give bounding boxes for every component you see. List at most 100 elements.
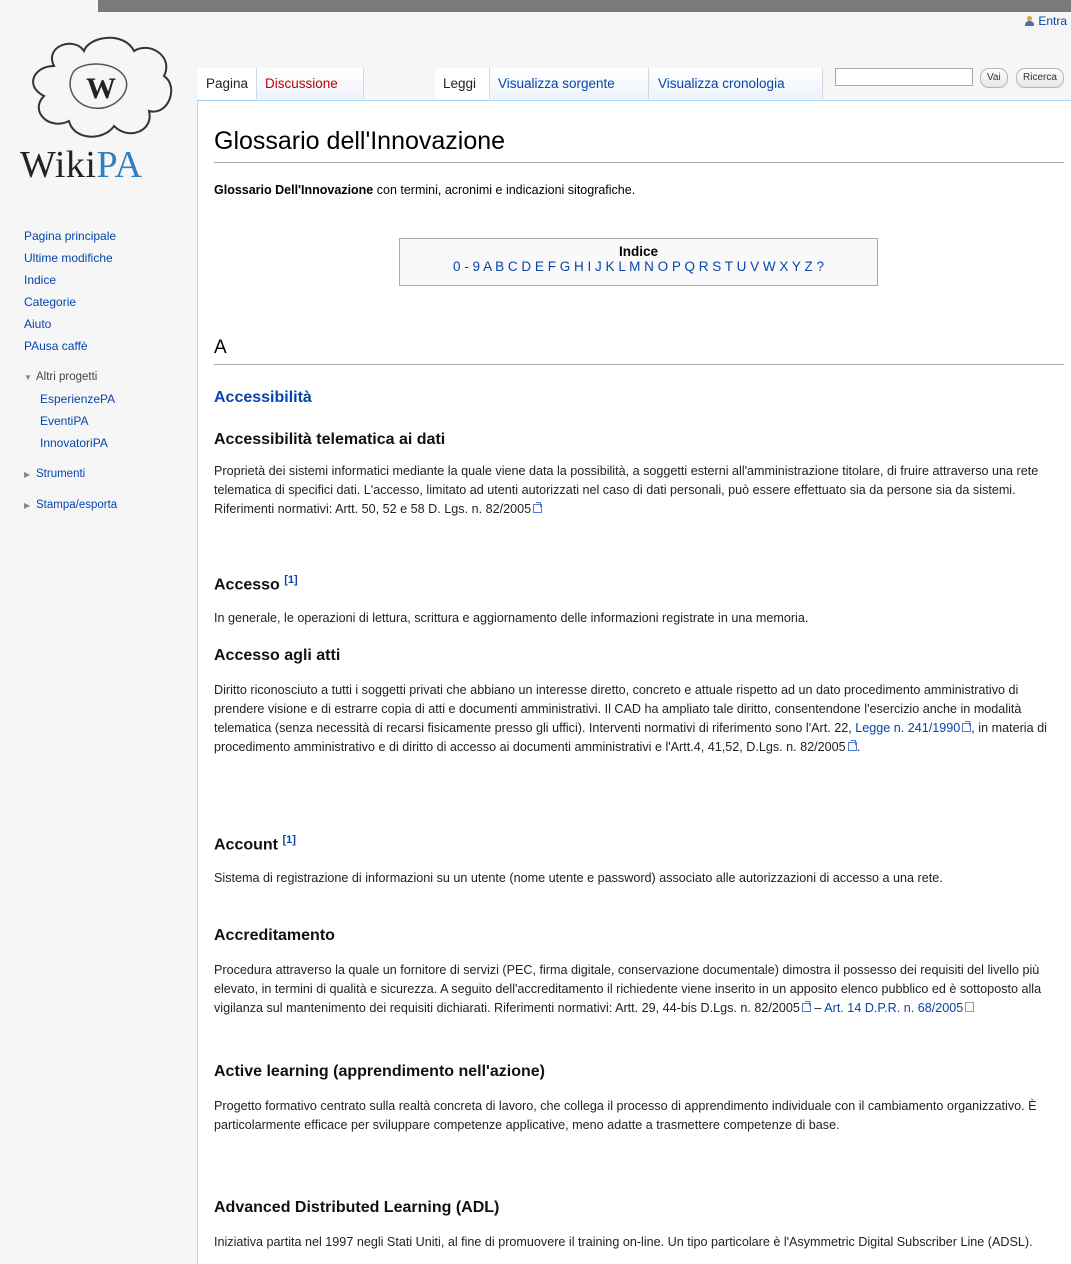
portal-altri-progetti-label: Altri progetti	[36, 371, 98, 383]
toc-links: 0 - 9 A B C D E F G H I J K L M N O P Q …	[400, 259, 877, 274]
portal-altri-progetti[interactable]: ▼ Altri progetti	[24, 367, 117, 388]
toc-link[interactable]: J	[595, 259, 602, 274]
entry-text-accesso-agli-atti: Diritto riconosciuto a tutti i soggetti …	[214, 683, 1047, 754]
portal-stampa[interactable]: ▶ Stampa/esporta	[24, 495, 117, 516]
dpr-68-link[interactable]: Art. 14 D.P.R. n. 68/2005	[824, 1001, 963, 1015]
intro-text: Glossario Dell'Innovazione con termini, …	[214, 183, 635, 197]
collapsed-triangle-icon: ▶	[24, 470, 31, 479]
entry-text-active-learning: Progetto formativo centrato sulla realtà…	[214, 1099, 1037, 1132]
toc-link[interactable]: C	[508, 259, 518, 274]
entry-title-accreditamento: Accreditamento	[214, 927, 335, 944]
section-heading-a: A	[214, 337, 1064, 365]
external-link-icon[interactable]	[847, 740, 857, 751]
toc-link[interactable]: B	[495, 259, 504, 274]
toc-link[interactable]: N	[644, 259, 654, 274]
entry-title-accessibilita[interactable]: Accessibilità	[214, 389, 312, 407]
toc-link[interactable]: T	[725, 259, 733, 274]
tab-discussione[interactable]: Discussione	[257, 68, 364, 99]
toc-link[interactable]: Z	[804, 259, 812, 274]
tab-pagina[interactable]: Pagina	[198, 68, 257, 99]
entry-title-accesso: Accesso [1]	[214, 574, 298, 594]
tab-visualizza-cronologia[interactable]: Visualizza cronologia	[650, 68, 823, 99]
toc-link[interactable]: ?	[816, 259, 824, 274]
external-link-icon[interactable]	[801, 1001, 811, 1012]
toc-link[interactable]: A	[483, 259, 491, 274]
toc-box: Indice 0 - 9 A B C D E F G H I J K L M N…	[399, 238, 878, 286]
toc-link[interactable]: L	[618, 259, 625, 274]
search-input[interactable]	[835, 68, 973, 86]
main-content: Glossario dell'Innovazione Glossario Del…	[197, 100, 1071, 1264]
sidebar: Pagina principale Ultime modifiche Indic…	[24, 225, 117, 516]
wikipa-logo-text: WikiPA	[20, 143, 143, 187]
logo-pa: PA	[96, 144, 143, 186]
document-icon[interactable]	[965, 1002, 975, 1012]
user-icon	[1025, 16, 1035, 26]
tab-cronologia-label: Visualizza cronologia	[658, 76, 785, 91]
entry-text-account: Sistema di registrazione di informazioni…	[214, 871, 943, 885]
svg-text:W: W	[86, 72, 116, 105]
toc-link[interactable]: Y	[792, 259, 801, 274]
logo-wiki: Wiki	[20, 144, 97, 186]
entry-text-accreditamento: Procedura attraverso la quale un fornito…	[214, 961, 1064, 1018]
entry-text-adl: Iniziativa partita nel 1997 negli Stati …	[214, 1235, 1033, 1249]
sidebar-item-ultime-modifiche[interactable]: Ultime modifiche	[24, 247, 117, 269]
toc-link[interactable]: S	[712, 259, 721, 274]
toc-link[interactable]: I	[588, 259, 592, 274]
footnote-ref[interactable]: [1]	[284, 574, 297, 586]
altri-progetti-list: EsperienzePA EventiPA InnovatoriPA	[24, 388, 117, 454]
tab-sorgente-label: Visualizza sorgente	[498, 76, 615, 91]
toc-link[interactable]: 0 - 9	[453, 259, 480, 274]
tab-discussione-label: Discussione	[265, 76, 338, 91]
toc-link[interactable]: H	[574, 259, 584, 274]
sidebar-item-pausa-caffe[interactable]: PAusa caffè	[24, 335, 117, 357]
sidebar-item-aiuto[interactable]: Aiuto	[24, 313, 117, 335]
entry-text-e6-sep: –	[810, 1001, 825, 1015]
toc-link[interactable]: R	[699, 259, 709, 274]
toc-link[interactable]: E	[535, 259, 544, 274]
personal-tools: Entra	[1025, 14, 1067, 28]
toc-link[interactable]: U	[737, 259, 747, 274]
tab-leggi[interactable]: Leggi	[435, 68, 490, 99]
vai-button[interactable]: Vai	[980, 68, 1008, 88]
ricerca-button[interactable]: Ricerca	[1016, 68, 1064, 88]
toc-link[interactable]: O	[658, 259, 669, 274]
login-link[interactable]: Entra	[1038, 14, 1067, 28]
toc-link[interactable]: W	[763, 259, 776, 274]
toc-link[interactable]: X	[779, 259, 788, 274]
sidebar-item-eventipa[interactable]: EventiPA	[40, 410, 117, 432]
expanded-triangle-icon: ▼	[24, 373, 32, 382]
entry-text-accessibilita-telematica: Proprietà dei sistemi informatici median…	[214, 462, 1064, 519]
toc-link[interactable]: G	[560, 259, 571, 274]
entry-title-e3: Accesso	[214, 576, 280, 594]
toc-link[interactable]: M	[629, 259, 640, 274]
portal-stampa-label: Stampa/esporta	[36, 499, 118, 511]
entry-title-active-learning: Active learning (apprendimento nell'azio…	[214, 1063, 545, 1080]
tab-visualizza-sorgente[interactable]: Visualizza sorgente	[490, 68, 649, 99]
external-link-icon[interactable]	[533, 502, 543, 513]
page-title: Glossario dell'Innovazione	[214, 127, 1064, 163]
toc-link[interactable]: D	[521, 259, 531, 274]
collapsed-triangle-icon: ▶	[24, 501, 31, 510]
sidebar-item-categorie[interactable]: Categorie	[24, 291, 117, 313]
intro-bold: Glossario Dell'Innovazione	[214, 183, 374, 197]
legge-241-link[interactable]: Legge n. 241/1990	[855, 721, 960, 735]
toc-link[interactable]: P	[672, 259, 681, 274]
entry-title-accesso-agli-atti: Accesso agli atti	[214, 647, 341, 664]
top-bar	[98, 0, 1071, 12]
tab-pagina-label: Pagina	[206, 76, 249, 91]
sidebar-item-innovatoripa[interactable]: InnovatoriPA	[40, 432, 117, 454]
toc-link[interactable]: Q	[684, 259, 695, 274]
toc-link[interactable]: V	[750, 259, 759, 274]
external-link-icon[interactable]	[962, 721, 972, 732]
toc-link[interactable]: K	[606, 259, 615, 274]
toc-link[interactable]: F	[548, 259, 556, 274]
entry-title-adl: Advanced Distributed Learning (ADL)	[214, 1199, 500, 1216]
sidebar-item-esperienzepa[interactable]: EsperienzePA	[40, 388, 117, 410]
entry-text-e2: Proprietà dei sistemi informatici median…	[214, 464, 1039, 516]
sidebar-item-pagina-principale[interactable]: Pagina principale	[24, 225, 117, 247]
entry-title-account: Account [1]	[214, 834, 296, 854]
footnote-ref[interactable]: [1]	[282, 834, 295, 846]
tab-leggi-label: Leggi	[443, 76, 477, 91]
sidebar-item-indice[interactable]: Indice	[24, 269, 117, 291]
portal-strumenti[interactable]: ▶ Strumenti	[24, 464, 117, 485]
